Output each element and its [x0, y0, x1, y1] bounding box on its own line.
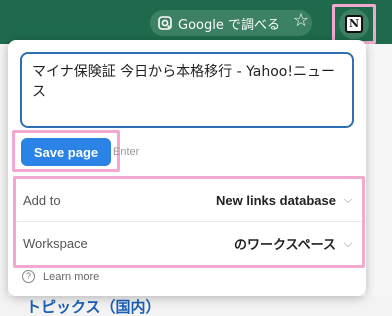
- page-title-input[interactable]: [20, 52, 354, 128]
- enter-shortcut-hint: Enter: [113, 146, 140, 158]
- help-icon: ?: [22, 270, 35, 283]
- add-to-label: Add to: [23, 192, 61, 208]
- workspace-selector[interactable]: Workspace のワークスペース ⌵: [16, 222, 362, 265]
- chevron-down-icon: ⌵: [343, 236, 353, 250]
- add-to-value: New links database: [216, 192, 336, 208]
- notion-extension-button[interactable]: N: [332, 4, 376, 44]
- save-to-notion-popup: Save page Enter Add to New links databas…: [8, 40, 366, 296]
- topics-heading-link[interactable]: トピックス（国内）: [26, 296, 161, 316]
- add-to-selector[interactable]: Add to New links database ⌵: [16, 179, 362, 222]
- google-lens-icon: [158, 16, 172, 30]
- background-page-right: [366, 44, 392, 296]
- background-page-edge: [0, 44, 8, 316]
- chevron-down-icon: ⌵: [343, 193, 353, 206]
- bookmark-star-icon[interactable]: ☆: [291, 11, 311, 31]
- workspace-value: のワークスペース: [233, 237, 336, 252]
- extension-icon-background: N: [339, 9, 369, 39]
- save-button-highlight: Save page: [12, 130, 120, 172]
- options-highlight: Add to New links database ⌵ Workspace のワ…: [13, 176, 365, 268]
- learn-more-label: Learn more: [43, 270, 100, 283]
- learn-more-link[interactable]: ? Learn more: [22, 270, 99, 283]
- workspace-label: Workspace: [23, 236, 88, 251]
- google-search-label: Google で調べる: [178, 17, 280, 33]
- notion-icon: N: [345, 15, 363, 33]
- browser-toolbar: Google で調べる ☆ N: [0, 0, 392, 44]
- save-page-button[interactable]: Save page: [21, 138, 111, 166]
- google-search-button[interactable]: Google で調べる: [150, 10, 312, 36]
